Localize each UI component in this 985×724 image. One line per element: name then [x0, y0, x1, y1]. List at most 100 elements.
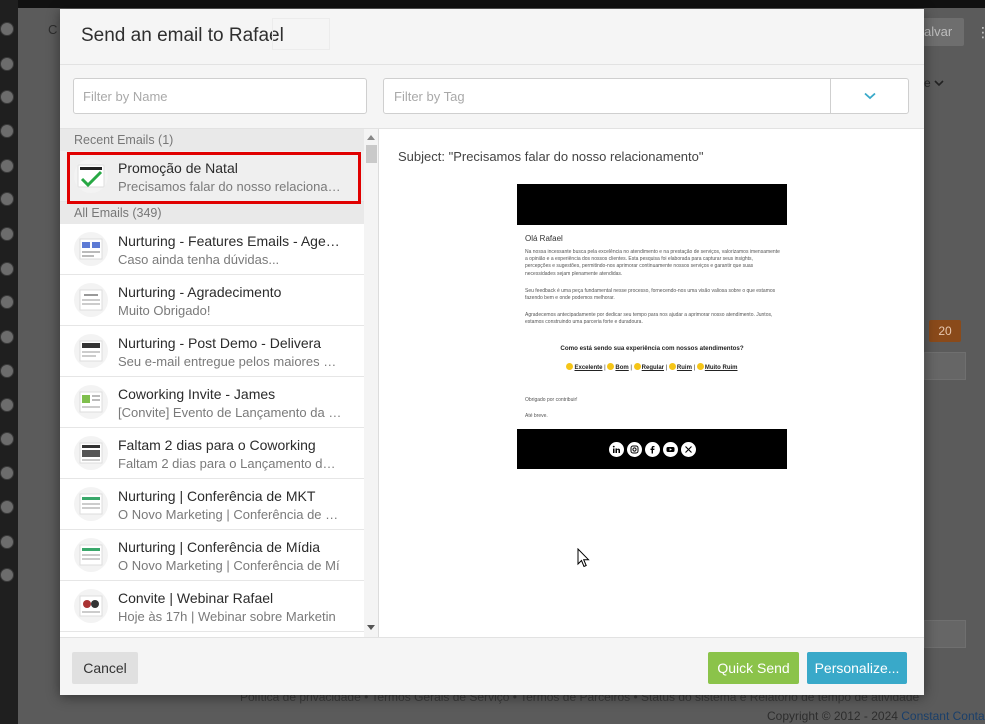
- email-header-banner: [517, 184, 787, 225]
- email-thanks: Obrigado por contribuir!: [525, 397, 578, 403]
- email-name: Promoção de Natal: [118, 160, 238, 176]
- x-twitter-icon: [680, 441, 696, 457]
- title-placeholder-box: [272, 18, 330, 50]
- nav-icon[interactable]: [0, 398, 14, 412]
- app-side-rail: [0, 0, 18, 724]
- nav-icon[interactable]: [0, 500, 14, 514]
- email-list-scrollbar[interactable]: [364, 129, 378, 637]
- nav-icon[interactable]: [0, 432, 14, 446]
- email-subject: Caso ainda tenha dúvidas...: [118, 252, 280, 267]
- emoji-icon: [633, 363, 641, 370]
- chevron-down-icon: [934, 80, 944, 87]
- emoji-icon: [566, 363, 574, 370]
- email-thumbnail: [74, 436, 108, 470]
- scroll-up-icon[interactable]: [367, 135, 375, 140]
- email-thumbnail: [74, 538, 108, 572]
- quick-send-button[interactable]: Quick Send: [708, 652, 799, 684]
- email-name: Convite | Webinar Rafael: [118, 590, 274, 606]
- email-paragraph: Na nossa incessante busca pela excelênci…: [525, 249, 780, 277]
- email-subject: O Novo Marketing | Conferência de Mark: [118, 507, 342, 522]
- modal-title: Send an email to Rafael: [81, 25, 284, 46]
- preview-subject: Subject: "Precisamos falar do nosso rela…: [398, 149, 704, 164]
- email-subject: Precisamos falar do nosso relacionamento: [118, 179, 342, 194]
- rating-option: Ruim: [676, 365, 692, 371]
- nav-icon[interactable]: [0, 57, 14, 71]
- nav-icon[interactable]: [0, 124, 14, 138]
- email-thumbnail: [74, 487, 108, 521]
- background-dropdown: e: [924, 76, 944, 90]
- email-list-item[interactable]: Nurturing - Post Demo - Delivera Seu e-m…: [60, 326, 378, 377]
- copyright-link: Constant Contact: [901, 709, 985, 723]
- scroll-down-icon[interactable]: [367, 625, 375, 630]
- email-name: Nurturing - Agradecimento: [118, 284, 282, 300]
- recent-email-item[interactable]: Promoção de Natal Precisamos falar do no…: [60, 151, 378, 202]
- email-list-item[interactable]: Nurturing | Conferência de Mídia O Novo …: [60, 530, 378, 581]
- facebook-icon: [644, 441, 660, 457]
- modal-header: Send an email to Rafael: [60, 9, 924, 65]
- nav-icon[interactable]: [0, 295, 14, 309]
- nav-icon[interactable]: [0, 192, 14, 206]
- email-paragraph: Seu feedback é uma peça fundamental ness…: [525, 288, 776, 302]
- filter-by-name-input[interactable]: [73, 78, 367, 114]
- background-badge: 20: [929, 320, 961, 342]
- app-top-bar: [18, 0, 985, 8]
- email-subject: [Convite] Evento de Lançamento da Sh: [118, 405, 342, 420]
- filter-by-tag-input[interactable]: [384, 79, 830, 113]
- nav-icon[interactable]: [0, 22, 14, 36]
- background-field: [924, 620, 966, 648]
- rating-option: Excelente: [574, 365, 603, 371]
- recent-emails-header: Recent Emails (1): [60, 129, 378, 151]
- nav-icon[interactable]: [0, 330, 14, 344]
- email-thumbnail: [74, 232, 108, 266]
- nav-icon[interactable]: [0, 364, 14, 378]
- background-text: C: [48, 22, 58, 37]
- email-name: Faltam 2 dias para o Coworking: [118, 437, 316, 453]
- email-list-panel: Recent Emails (1) Promoção de Natal Prec…: [60, 129, 379, 637]
- nav-icon[interactable]: [0, 262, 14, 276]
- nav-icon[interactable]: [0, 466, 14, 480]
- email-rating-question: Como está sendo sua experiência com noss…: [560, 345, 744, 352]
- background-save-button: alvar: [920, 18, 964, 46]
- email-name: Nurturing | Conferência de MKT: [118, 488, 316, 504]
- nav-icon[interactable]: [0, 159, 14, 173]
- email-thumbnail: [74, 334, 108, 368]
- tag-dropdown-toggle[interactable]: [830, 79, 908, 113]
- email-subject: O Novo Marketing | Conferência de Mí: [118, 558, 340, 573]
- email-list-item[interactable]: Coworking Invite - James [Convite] Event…: [60, 377, 378, 428]
- email-list-item[interactable]: Nurturing - Features Emails - Agendament…: [60, 224, 378, 275]
- email-list-item[interactable]: Nurturing | Conferência de MKT O Novo Ma…: [60, 479, 378, 530]
- background-field: [924, 352, 966, 380]
- email-preview-canvas: Olá Rafael Na nossa incessante busca pel…: [517, 184, 787, 469]
- nav-icon[interactable]: [0, 90, 14, 104]
- email-name: Nurturing | Conferência de Mídia: [118, 539, 321, 555]
- send-email-modal: Send an email to Rafael Recent Emails (1…: [60, 9, 924, 695]
- background-kebab-icon: ⋮: [976, 24, 985, 40]
- all-emails-header: All Emails (349): [60, 202, 378, 224]
- email-list-item[interactable]: Nurturing - Agradecimento Muito Obrigado…: [60, 275, 378, 326]
- email-rating-options: Excelente | Bom | Regular | Ruim | Muito…: [517, 363, 787, 371]
- email-thumbnail: [74, 283, 108, 317]
- filter-by-tag-select[interactable]: [383, 78, 909, 114]
- email-preview-panel: Subject: "Precisamos falar do nosso rela…: [380, 129, 924, 637]
- mouse-cursor-icon: [577, 548, 590, 568]
- email-name: Nurturing - Post Demo - Delivera: [118, 335, 322, 351]
- chevron-down-icon: [863, 92, 876, 100]
- email-thumbnail: [74, 385, 108, 419]
- email-list-item[interactable]: Convite | Webinar Rafael Hoje às 17h | W…: [60, 581, 378, 632]
- email-name: Nurturing - Features Emails - Agendament…: [118, 233, 342, 249]
- scroll-thumb[interactable]: [366, 145, 377, 163]
- email-signoff: Até breve.: [525, 413, 548, 419]
- email-thumbnail: [74, 159, 108, 193]
- emoji-icon: [668, 363, 676, 370]
- cancel-button[interactable]: Cancel: [72, 652, 138, 684]
- email-paragraph: Agradecemos antecipadamente por dedicar …: [525, 312, 773, 326]
- email-subject: Hoje às 17h | Webinar sobre Marketin: [118, 609, 336, 624]
- nav-icon[interactable]: [0, 535, 14, 549]
- nav-icon[interactable]: [0, 568, 14, 582]
- personalize-button[interactable]: Personalize...: [807, 652, 907, 684]
- email-subject: Faltam 2 dias para o Lançamento da Sh: [118, 456, 342, 471]
- email-list-item[interactable]: Faltam 2 dias para o Coworking Faltam 2 …: [60, 428, 378, 479]
- nav-icon[interactable]: [0, 227, 14, 241]
- rating-option: Regular: [641, 365, 665, 371]
- linkedin-icon: [608, 441, 624, 457]
